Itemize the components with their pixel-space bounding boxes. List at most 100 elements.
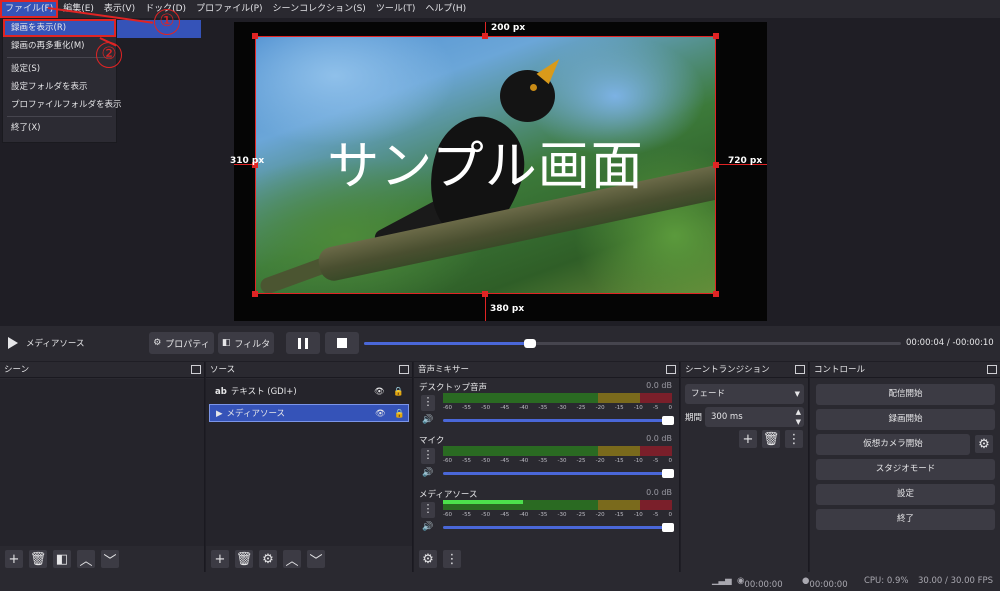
channel-menu-icon[interactable]: ⋮ <box>421 502 435 518</box>
volume-handle[interactable] <box>662 469 674 478</box>
resize-handle[interactable] <box>713 291 719 297</box>
meter-tick: 0 <box>668 512 672 518</box>
menu-file[interactable]: ファイル(F) <box>0 0 59 18</box>
meter-tick: 0 <box>668 405 672 411</box>
properties-button[interactable]: ⚙ プロパティ <box>149 332 214 354</box>
channel-menu-icon[interactable]: ⋮ <box>421 448 435 464</box>
source-selection-box[interactable] <box>255 36 716 294</box>
meter-tick: -50 <box>481 405 491 411</box>
mixer-toolbar: ⚙ ⋮ <box>414 546 679 572</box>
media-controls-bar: メディアソース ⚙ プロパティ ◧ フィルタ 00:00:04 / -00:00:1… <box>0 326 1000 361</box>
meter-tick: -10 <box>633 405 643 411</box>
resize-handle[interactable] <box>482 291 488 297</box>
trash-icon[interactable]: 🗑 <box>29 550 47 568</box>
menu-tools[interactable]: ツール(T) <box>371 0 421 18</box>
stop-button[interactable] <box>325 332 359 354</box>
meter-tick: -40 <box>519 512 529 518</box>
eye-icon[interactable]: 👁 <box>374 383 385 401</box>
more-options-icon[interactable]: ⋮ <box>785 430 803 448</box>
meter-tick: -35 <box>538 458 548 464</box>
menu-item-exit[interactable]: 終了(X) <box>3 119 116 137</box>
volume-handle[interactable] <box>662 523 674 532</box>
transition-select[interactable]: フェード ▼ <box>685 384 804 404</box>
chevron-down-icon[interactable]: ﹀ <box>307 550 325 569</box>
meter-tick: -45 <box>500 405 510 411</box>
filters-button[interactable]: ◧ フィルタ <box>218 332 274 354</box>
status-bar: ▁▃▅ ◉ 00:00:00 ● 00:00:00 CPU: 0.9% 30.0… <box>0 572 1000 591</box>
filter-icon[interactable]: ◧ <box>53 550 71 568</box>
menu-item-show-settings-folder[interactable]: 設定フォルダを表示 <box>3 78 116 96</box>
menu-item-show-profile-folder[interactable]: プロファイルフォルダを表示 <box>3 96 122 114</box>
undock-icon[interactable] <box>666 365 676 374</box>
eye-icon[interactable]: 👁 <box>375 405 386 423</box>
speaker-icon[interactable]: 🔊 <box>421 520 435 534</box>
menu-item-show-recordings[interactable]: 録画を表示(R) <box>3 19 116 37</box>
sources-dock-title: ソース <box>206 362 412 378</box>
seek-handle[interactable] <box>524 339 537 348</box>
resize-handle[interactable] <box>713 162 719 168</box>
lock-icon[interactable]: 🔒 <box>393 383 404 401</box>
resize-handle[interactable] <box>482 33 488 39</box>
chevron-up-icon[interactable]: ︿ <box>283 550 301 569</box>
source-item-media[interactable]: ▶ メディアソース 👁 🔒 <box>209 404 409 422</box>
gear-icon[interactable]: ⚙ <box>259 550 277 568</box>
meter-tick: -5 <box>652 458 659 464</box>
mixer-channel-media: メディアソース 0.0 dB ⋮ 🔊 -60 -55 -50 -45 -40 -35 -30… <box>415 488 678 542</box>
meter-tick: -25 <box>576 458 586 464</box>
duration-label: 期間 <box>685 413 703 423</box>
more-options-icon[interactable]: ⋮ <box>443 550 461 568</box>
channel-menu-icon[interactable]: ⋮ <box>421 395 435 411</box>
meter-tick: -45 <box>500 458 510 464</box>
undock-icon[interactable] <box>987 365 997 374</box>
play-icon <box>8 337 18 349</box>
start-recording-button[interactable]: 録画開始 <box>816 409 995 430</box>
resize-handle[interactable] <box>713 33 719 39</box>
trash-icon[interactable]: 🗑 <box>235 550 253 568</box>
speaker-icon[interactable]: 🔊 <box>421 413 435 427</box>
channel-name: マイク <box>419 436 445 446</box>
exit-button[interactable]: 終了 <box>816 509 995 530</box>
source-item-text[interactable]: ab テキスト (GDI+) 👁 🔒 <box>209 383 409 401</box>
volume-slider[interactable] <box>443 416 674 425</box>
studio-mode-button[interactable]: スタジオモード <box>816 459 995 480</box>
undock-icon[interactable] <box>399 365 409 374</box>
meter-tick: -15 <box>614 458 624 464</box>
pause-button[interactable] <box>286 332 320 354</box>
seek-bar[interactable] <box>364 339 901 348</box>
menu-scene-collection[interactable]: シーンコレクション(S) <box>268 0 371 18</box>
speaker-icon[interactable]: 🔊 <box>421 466 435 480</box>
scenes-list <box>0 379 204 546</box>
media-source-name: メディアソース <box>26 339 85 349</box>
meter-tick: -30 <box>557 405 567 411</box>
add-icon[interactable]: + <box>739 430 757 448</box>
gear-icon[interactable]: ⚙ <box>975 435 993 453</box>
resize-handle[interactable] <box>252 291 258 297</box>
add-icon[interactable]: + <box>5 550 23 568</box>
meter-tick: -20 <box>595 405 605 411</box>
volume-handle[interactable] <box>662 416 674 425</box>
settings-button[interactable]: 設定 <box>816 484 995 505</box>
add-icon[interactable]: + <box>211 550 229 568</box>
chevron-down-icon[interactable]: ﹀ <box>101 550 119 569</box>
volume-slider[interactable] <box>443 523 674 532</box>
chevron-up-icon[interactable]: ︿ <box>77 550 95 569</box>
controls-title: コントロール <box>814 365 866 375</box>
resize-handle[interactable] <box>252 33 258 39</box>
meter-tick: -20 <box>595 512 605 518</box>
filters-label: フィルタ <box>234 339 271 350</box>
trash-icon[interactable]: 🗑 <box>762 430 780 448</box>
undock-icon[interactable] <box>191 365 201 374</box>
advanced-audio-gear-icon[interactable]: ⚙ <box>419 550 437 568</box>
menu-help[interactable]: ヘルプ(H) <box>420 0 471 18</box>
menu-profile[interactable]: プロファイル(P) <box>191 0 267 18</box>
start-streaming-button[interactable]: 配信開始 <box>816 384 995 405</box>
mixer-dock-title: 音声ミキサー <box>414 362 679 378</box>
lock-icon[interactable]: 🔒 <box>394 405 405 423</box>
pause-icon <box>298 337 308 349</box>
volume-slider[interactable] <box>443 469 674 478</box>
fps-display: 30.00 / 30.00 FPS <box>918 576 994 586</box>
undock-icon[interactable] <box>795 365 805 374</box>
spin-arrows-icon[interactable]: ▲ ▼ <box>796 407 801 427</box>
start-virtual-camera-button[interactable]: 仮想カメラ開始 <box>816 434 970 455</box>
duration-spinbox[interactable]: 300 ms ▲ ▼ <box>705 407 804 427</box>
